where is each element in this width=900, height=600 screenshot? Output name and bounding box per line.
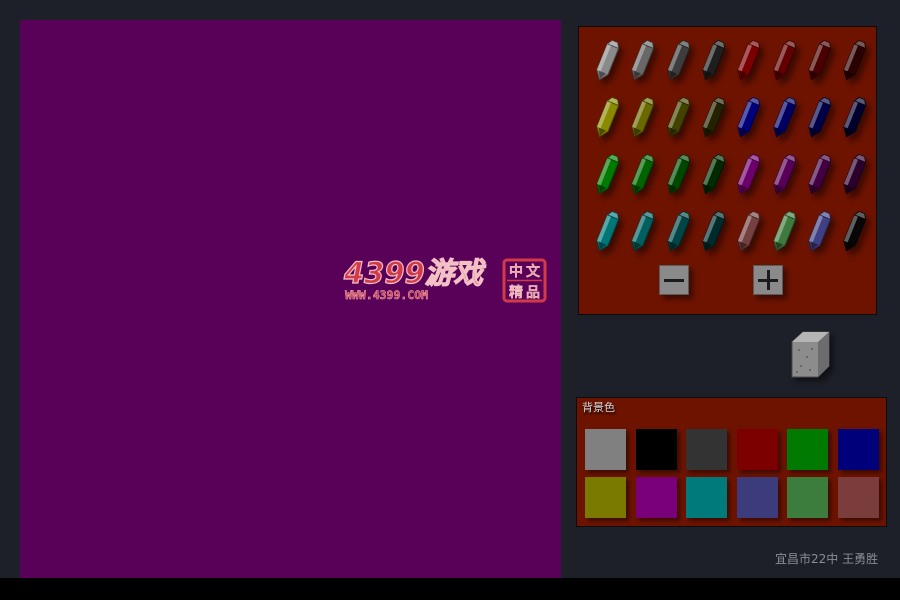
pen-r1-c3[interactable] (665, 37, 691, 85)
pen-r4-c8[interactable] (841, 208, 867, 256)
pen-r4-c4[interactable] (700, 208, 726, 256)
pen-r2-c7[interactable] (806, 94, 832, 142)
pen-r1-c1[interactable] (594, 37, 620, 85)
minus-icon (664, 279, 684, 282)
pen-icon (702, 96, 726, 138)
pen-icon (596, 210, 620, 252)
bottom-bar (0, 578, 900, 600)
pen-r3-c7[interactable] (806, 151, 832, 199)
bg-swatch-r2-c6[interactable] (838, 477, 879, 518)
eraser-icon (791, 331, 830, 378)
pen-r1-c4[interactable] (700, 37, 726, 85)
bg-swatch-r2-c1[interactable] (585, 477, 626, 518)
pen-icon (702, 39, 726, 81)
bg-swatch-r2-c2[interactable] (635, 477, 677, 518)
pen-r2-c6[interactable] (771, 94, 797, 142)
background-color-panel: 背景色 (576, 397, 887, 527)
pen-icon (843, 96, 867, 138)
pen-r1-c2[interactable] (629, 37, 655, 85)
pen-icon (631, 96, 655, 138)
bg-swatch-r1-c3[interactable] (686, 429, 728, 470)
bg-swatch-r1-c4[interactable] (736, 429, 778, 470)
watermark-seal-text: 中文精品 (509, 263, 541, 301)
background-color-title: 背景色 (582, 401, 615, 414)
bg-swatch-r2-c4[interactable] (736, 477, 778, 518)
pen-icon (843, 210, 867, 252)
pen-icon (667, 96, 690, 138)
pen-icon (631, 153, 655, 195)
pen-icon (631, 210, 655, 252)
pen-r2-c2[interactable] (629, 94, 655, 142)
pen-r3-c8[interactable] (841, 151, 867, 199)
bg-swatch-r1-c6[interactable] (838, 429, 879, 470)
pen-r4-c2[interactable] (629, 208, 655, 256)
watermark-logo: 4399游戏 WWW.4399.COM 中文精品 (342, 255, 548, 304)
bg-swatch-r1-c1[interactable] (585, 429, 626, 470)
pen-icon (667, 39, 690, 81)
pen-r4-c6[interactable] (771, 208, 797, 256)
pen-r3-c1[interactable] (594, 151, 620, 199)
pen-icon (772, 39, 796, 81)
pen-r2-c5[interactable] (735, 94, 761, 142)
pen-icon (631, 39, 655, 81)
author-credit: 宜昌市22中 王勇胜 (775, 552, 879, 566)
pen-icon (667, 153, 690, 195)
pen-r1-c7[interactable] (806, 37, 832, 85)
pen-icon (808, 153, 832, 195)
bg-swatch-r2-c3[interactable] (686, 477, 728, 518)
watermark-seal: 中文精品 (502, 258, 547, 303)
bg-swatch-r1-c5[interactable] (787, 429, 829, 470)
pen-icon (596, 39, 620, 81)
pen-icon (843, 39, 867, 81)
pen-icon (808, 39, 832, 81)
pen-icon (737, 210, 761, 252)
pen-icon (843, 153, 867, 195)
pen-icon (667, 210, 690, 252)
brush-size-decrease-button[interactable] (659, 265, 689, 295)
pen-icon (702, 153, 726, 195)
pen-r1-c8[interactable] (841, 37, 867, 85)
pen-r3-c5[interactable] (735, 151, 761, 199)
pen-icon (772, 153, 796, 195)
pen-icon (596, 96, 620, 138)
bg-swatch-r1-c2[interactable] (635, 429, 677, 470)
pen-icon (772, 210, 796, 252)
pen-r4-c1[interactable] (594, 208, 620, 256)
pen-r4-c7[interactable] (806, 208, 832, 256)
pen-r3-c3[interactable] (665, 151, 691, 199)
pen-r2-c8[interactable] (841, 94, 867, 142)
pen-r3-c2[interactable] (629, 151, 655, 199)
pen-icon (808, 210, 832, 252)
eraser-button[interactable] (790, 328, 832, 380)
watermark-url: WWW.4399.COM (345, 288, 428, 302)
pen-icon (596, 153, 620, 195)
pen-r3-c4[interactable] (700, 151, 726, 199)
pen-icon (737, 39, 761, 81)
pen-icon (772, 96, 796, 138)
pen-color-panel (578, 26, 877, 315)
pen-r2-c1[interactable] (594, 94, 620, 142)
pen-r3-c6[interactable] (771, 151, 797, 199)
pen-icon (702, 210, 726, 252)
brush-size-increase-button[interactable] (753, 265, 783, 295)
pen-icon (737, 153, 761, 195)
pen-icon (737, 96, 761, 138)
pen-icon (808, 96, 832, 138)
pen-r4-c5[interactable] (735, 208, 761, 256)
pen-r2-c4[interactable] (700, 94, 726, 142)
pen-r4-c3[interactable] (665, 208, 691, 256)
pen-r1-c5[interactable] (735, 37, 761, 85)
pen-r2-c3[interactable] (665, 94, 691, 142)
pen-r1-c6[interactable] (771, 37, 797, 85)
watermark-logo-text: 4399游戏 (343, 256, 487, 290)
game-window: 4399游戏 WWW.4399.COM 中文精品 背景色 宜昌市22中 王勇胜 (0, 0, 900, 578)
bg-swatch-r2-c5[interactable] (787, 477, 829, 518)
